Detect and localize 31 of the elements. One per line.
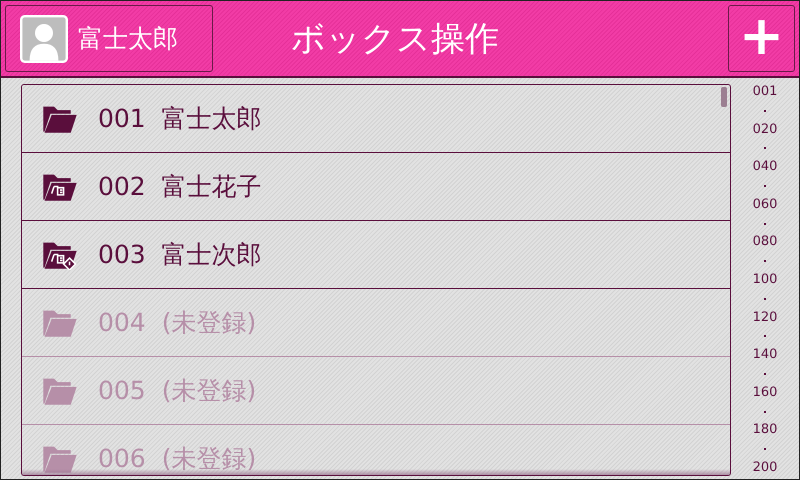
box-number: 003 <box>98 240 146 269</box>
box-name: 富士花子 <box>162 171 262 203</box>
box-number: 005 <box>98 376 146 405</box>
box-name: 富士太郎 <box>162 103 262 135</box>
screen-title: ボックス操作 <box>291 18 500 60</box>
index-label[interactable]: 100 <box>752 272 778 288</box>
box-name: (未登録) <box>162 443 256 475</box>
box-number: 006 <box>98 444 146 473</box>
box-number: 004 <box>98 308 146 337</box>
index-label[interactable]: 180 <box>752 422 778 438</box>
box-number: 001 <box>98 104 146 133</box>
index-label[interactable]: 200 <box>752 460 778 476</box>
index-label[interactable]: 160 <box>752 384 778 401</box>
avatar-icon <box>20 14 68 62</box>
index-label[interactable]: 001 <box>752 84 778 100</box>
box-name: 富士次郎 <box>162 239 262 271</box>
box-row[interactable]: 002 富士花子 <box>22 153 730 221</box>
index-label[interactable]: 140 <box>752 347 778 364</box>
box-name: (未登録) <box>162 307 256 339</box>
box-row[interactable]: 003 富士次郎 <box>22 221 730 289</box>
user-button[interactable]: 富士太郎 <box>5 5 213 72</box>
index-label[interactable]: 080 <box>752 234 778 250</box>
index-label[interactable]: 060 <box>752 196 778 213</box>
index-label[interactable]: 120 <box>752 310 778 326</box>
box-name: (未登録) <box>162 375 256 407</box>
index-label[interactable]: 040 <box>752 159 778 176</box>
index-label[interactable]: 020 <box>752 122 778 138</box>
box-row[interactable]: 001 富士太郎 <box>22 85 730 153</box>
box-number: 002 <box>98 172 146 201</box>
add-button[interactable]: + <box>728 5 795 72</box>
scroll-thumb <box>721 87 727 107</box>
